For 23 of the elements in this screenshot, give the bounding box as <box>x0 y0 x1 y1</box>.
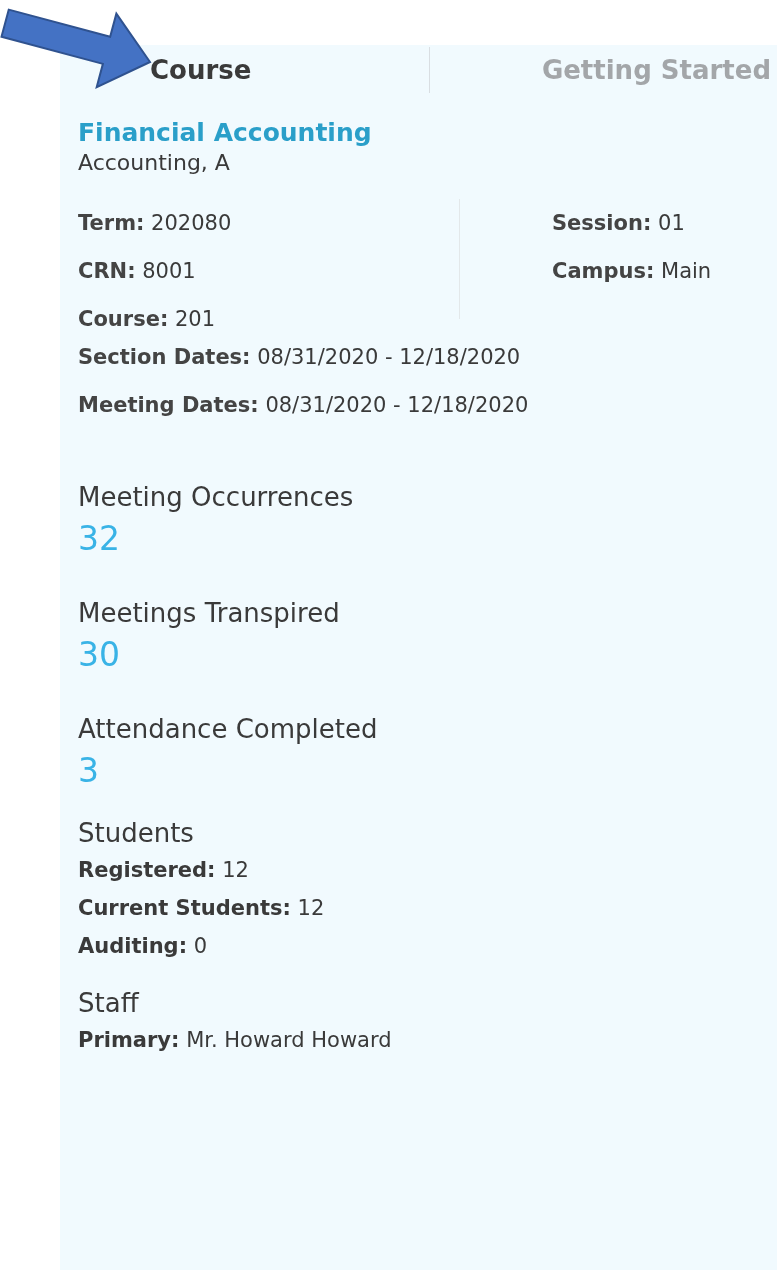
stat-value: 3 <box>78 751 99 790</box>
section-heading: Staff <box>78 988 139 1018</box>
date-range-text: Meeting Dates: 08/31/2020 - 12/18/2020 <box>78 393 529 417</box>
detail-text: Registered: 12 <box>78 858 249 882</box>
course-subtitle: Accounting, A <box>78 149 231 177</box>
stat-value: 32 <box>78 519 120 558</box>
stat-value: 30 <box>78 635 120 674</box>
detail-text: Term: 202080 <box>78 211 232 235</box>
stat-label: Meeting Occurrences <box>78 482 354 512</box>
detail-text: Course: 201 <box>78 307 216 331</box>
detail-text: Primary: Mr. Howard Howard <box>78 1028 392 1052</box>
tab[interactable]: Course <box>150 50 252 90</box>
detail-text: Auditing: 0 <box>78 934 208 958</box>
detail-text: Session: 01 <box>552 211 685 235</box>
detail-text: Campus: Main <box>552 259 712 283</box>
date-range-text: Section Dates: 08/31/2020 - 12/18/2020 <box>78 345 521 369</box>
section-heading: Students <box>78 818 194 848</box>
detail-text: Current Students: 12 <box>78 896 325 920</box>
stat-label: Meetings Transpired <box>78 598 340 628</box>
course-title-link[interactable]: Financial Accounting <box>78 117 372 149</box>
stat-label: Attendance Completed <box>78 714 378 744</box>
tab[interactable]: Getting Started <box>430 50 777 90</box>
detail-text: CRN: 8001 <box>78 259 196 283</box>
